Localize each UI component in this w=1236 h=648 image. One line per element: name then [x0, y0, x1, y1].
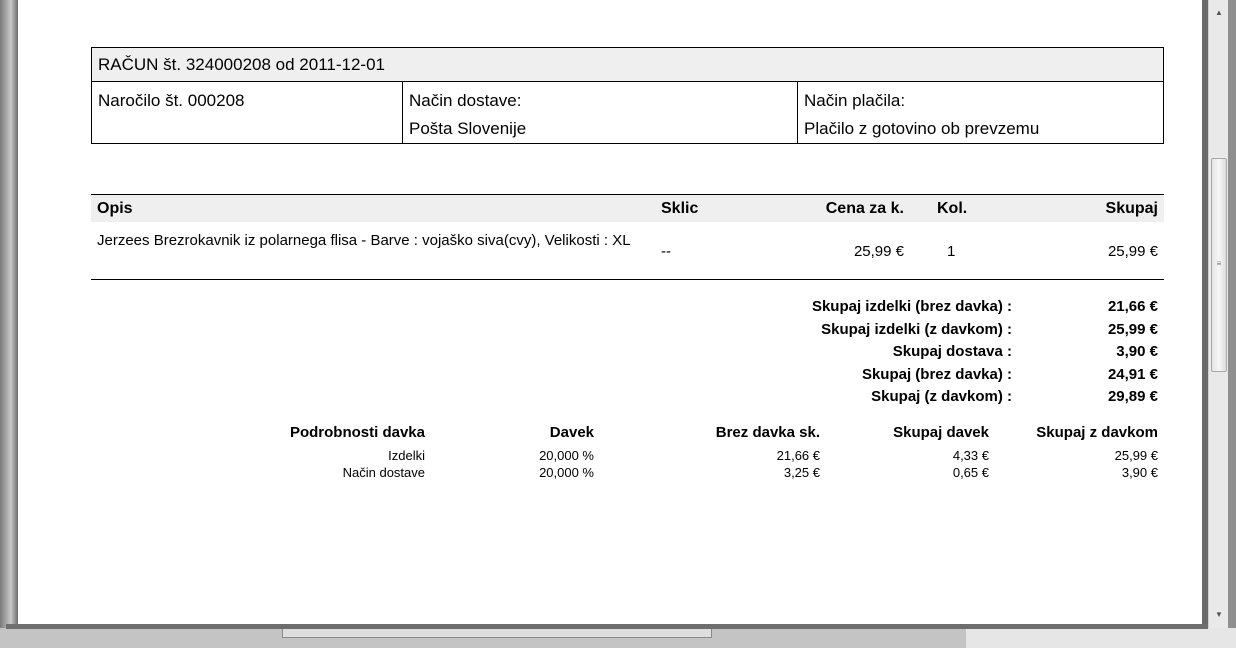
items-header-row: Opis Sklic Cena za k. Kol. Skupaj [91, 195, 1164, 222]
scroll-up-icon[interactable]: ▲ [1209, 4, 1229, 21]
table-row: Način dostave 20,000 % 3,25 € 0,65 € 3,9… [18, 465, 1158, 482]
tax-amount: 0,65 € [952, 465, 989, 480]
payment-label: Način plačila: [804, 91, 906, 110]
document-page: RAČUN št. 324000208 od 2011-12-01 Naroči… [18, 0, 1202, 624]
item-total: 25,99 € [1107, 243, 1158, 260]
scrollbar-thumb[interactable]: ≡ [1211, 158, 1227, 372]
column-header-total: Skupaj [1105, 200, 1158, 217]
tax-net: 3,25 € [783, 465, 820, 480]
total-label: Skupaj izdelki (brez davka) : [811, 298, 1012, 315]
tax-rate: 20,000 % [539, 448, 594, 463]
column-header-description: Opis [97, 200, 133, 217]
tax-header-rate: Davek [549, 424, 594, 441]
scroll-down-icon[interactable]: ▼ [1209, 606, 1229, 623]
total-value: 3,90 € [1116, 343, 1158, 360]
tax-header-tax: Skupaj davek [893, 424, 989, 441]
column-header-reference: Sklic [661, 200, 699, 217]
item-description: Jerzees Brezrokavnik iz polarnega flisa … [97, 232, 631, 249]
shipping-value: Pošta Slovenije [409, 119, 527, 138]
tax-category: Način dostave [342, 465, 425, 480]
total-row-gross: Skupaj (z davkom) : 29,89 € [618, 386, 1158, 409]
total-label: Skupaj dostava : [892, 343, 1012, 360]
tax-gross: 25,99 € [1114, 448, 1158, 463]
shipping-cell: Način dostave: Pošta Slovenije [402, 82, 797, 143]
tax-header-gross: Skupaj z davkom [1036, 424, 1158, 441]
item-reference: -- [661, 243, 671, 260]
table-row: Izdelki 20,000 % 21,66 € 4,33 € 25,99 € [18, 448, 1158, 465]
grip-lines-icon: ≡ [1216, 259, 1222, 268]
payment-value: Plačilo z gotovino ob prevzemu [804, 119, 1040, 138]
desktop-strip-right [966, 628, 1236, 648]
tax-header-net: Brez davka sk. [715, 424, 820, 441]
desktop-background [0, 628, 1236, 648]
column-header-quantity: Kol. [937, 200, 968, 217]
tax-category: Izdelki [388, 448, 425, 463]
items-table: Opis Sklic Cena za k. Kol. Skupaj Jerzee… [91, 194, 1164, 280]
tax-net: 21,66 € [776, 448, 820, 463]
order-number: Naročilo št. 000208 [98, 91, 245, 110]
window-edge-right [1228, 0, 1236, 628]
invoice-header-table: RAČUN št. 324000208 od 2011-12-01 Naroči… [91, 47, 1164, 144]
total-value: 21,66 € [1107, 298, 1158, 315]
item-unit-price: 25,99 € [853, 243, 904, 260]
total-value: 29,89 € [1107, 388, 1158, 405]
total-row-net: Skupaj (brez davka) : 24,91 € [618, 364, 1158, 387]
shipping-label: Način dostave: [409, 91, 522, 110]
table-row: Jerzees Brezrokavnik iz polarnega flisa … [91, 222, 1164, 279]
tax-details-table: Podrobnosti davka Davek Brez davka sk. S… [18, 424, 1158, 482]
payment-cell: Način plačila: Plačilo z gotovino ob pre… [797, 82, 1163, 143]
tax-header-row: Podrobnosti davka Davek Brez davka sk. S… [18, 424, 1158, 448]
total-label: Skupaj (z davkom) : [871, 388, 1012, 405]
total-label: Skupaj izdelki (z davkom) : [821, 320, 1012, 338]
invoice-info-row: Naročilo št. 000208 Način dostave: Pošta… [92, 82, 1163, 143]
total-row-products-net: Skupaj izdelki (brez davka) : 21,66 € [618, 296, 1158, 319]
tax-amount: 4,33 € [952, 448, 989, 463]
tax-header-details: Podrobnosti davka [289, 424, 425, 441]
total-value: 25,99 € [1107, 320, 1158, 338]
total-row-products-gross: Skupaj izdelki (z davkom) : 25,99 € [618, 319, 1158, 342]
invoice-title: RAČUN št. 324000208 od 2011-12-01 [92, 48, 1163, 82]
tax-gross: 3,90 € [1121, 465, 1158, 480]
total-row-shipping: Skupaj dostava : 3,90 € [618, 341, 1158, 364]
item-quantity: 1 [947, 243, 956, 260]
order-cell: Naročilo št. 000208 [92, 82, 402, 143]
total-label: Skupaj (brez davka) : [861, 365, 1012, 383]
vertical-scrollbar[interactable]: ▲ ≡ ▼ [1208, 0, 1229, 628]
background-window-edge [282, 628, 712, 638]
document-bottom-border [6, 624, 1208, 629]
column-header-unit-price: Cena za k. [825, 200, 904, 217]
window-frame-left [0, 0, 18, 628]
tax-rate: 20,000 % [539, 465, 594, 480]
totals-summary: Skupaj izdelki (brez davka) : 21,66 € Sk… [618, 296, 1158, 409]
total-value: 24,91 € [1107, 365, 1158, 383]
